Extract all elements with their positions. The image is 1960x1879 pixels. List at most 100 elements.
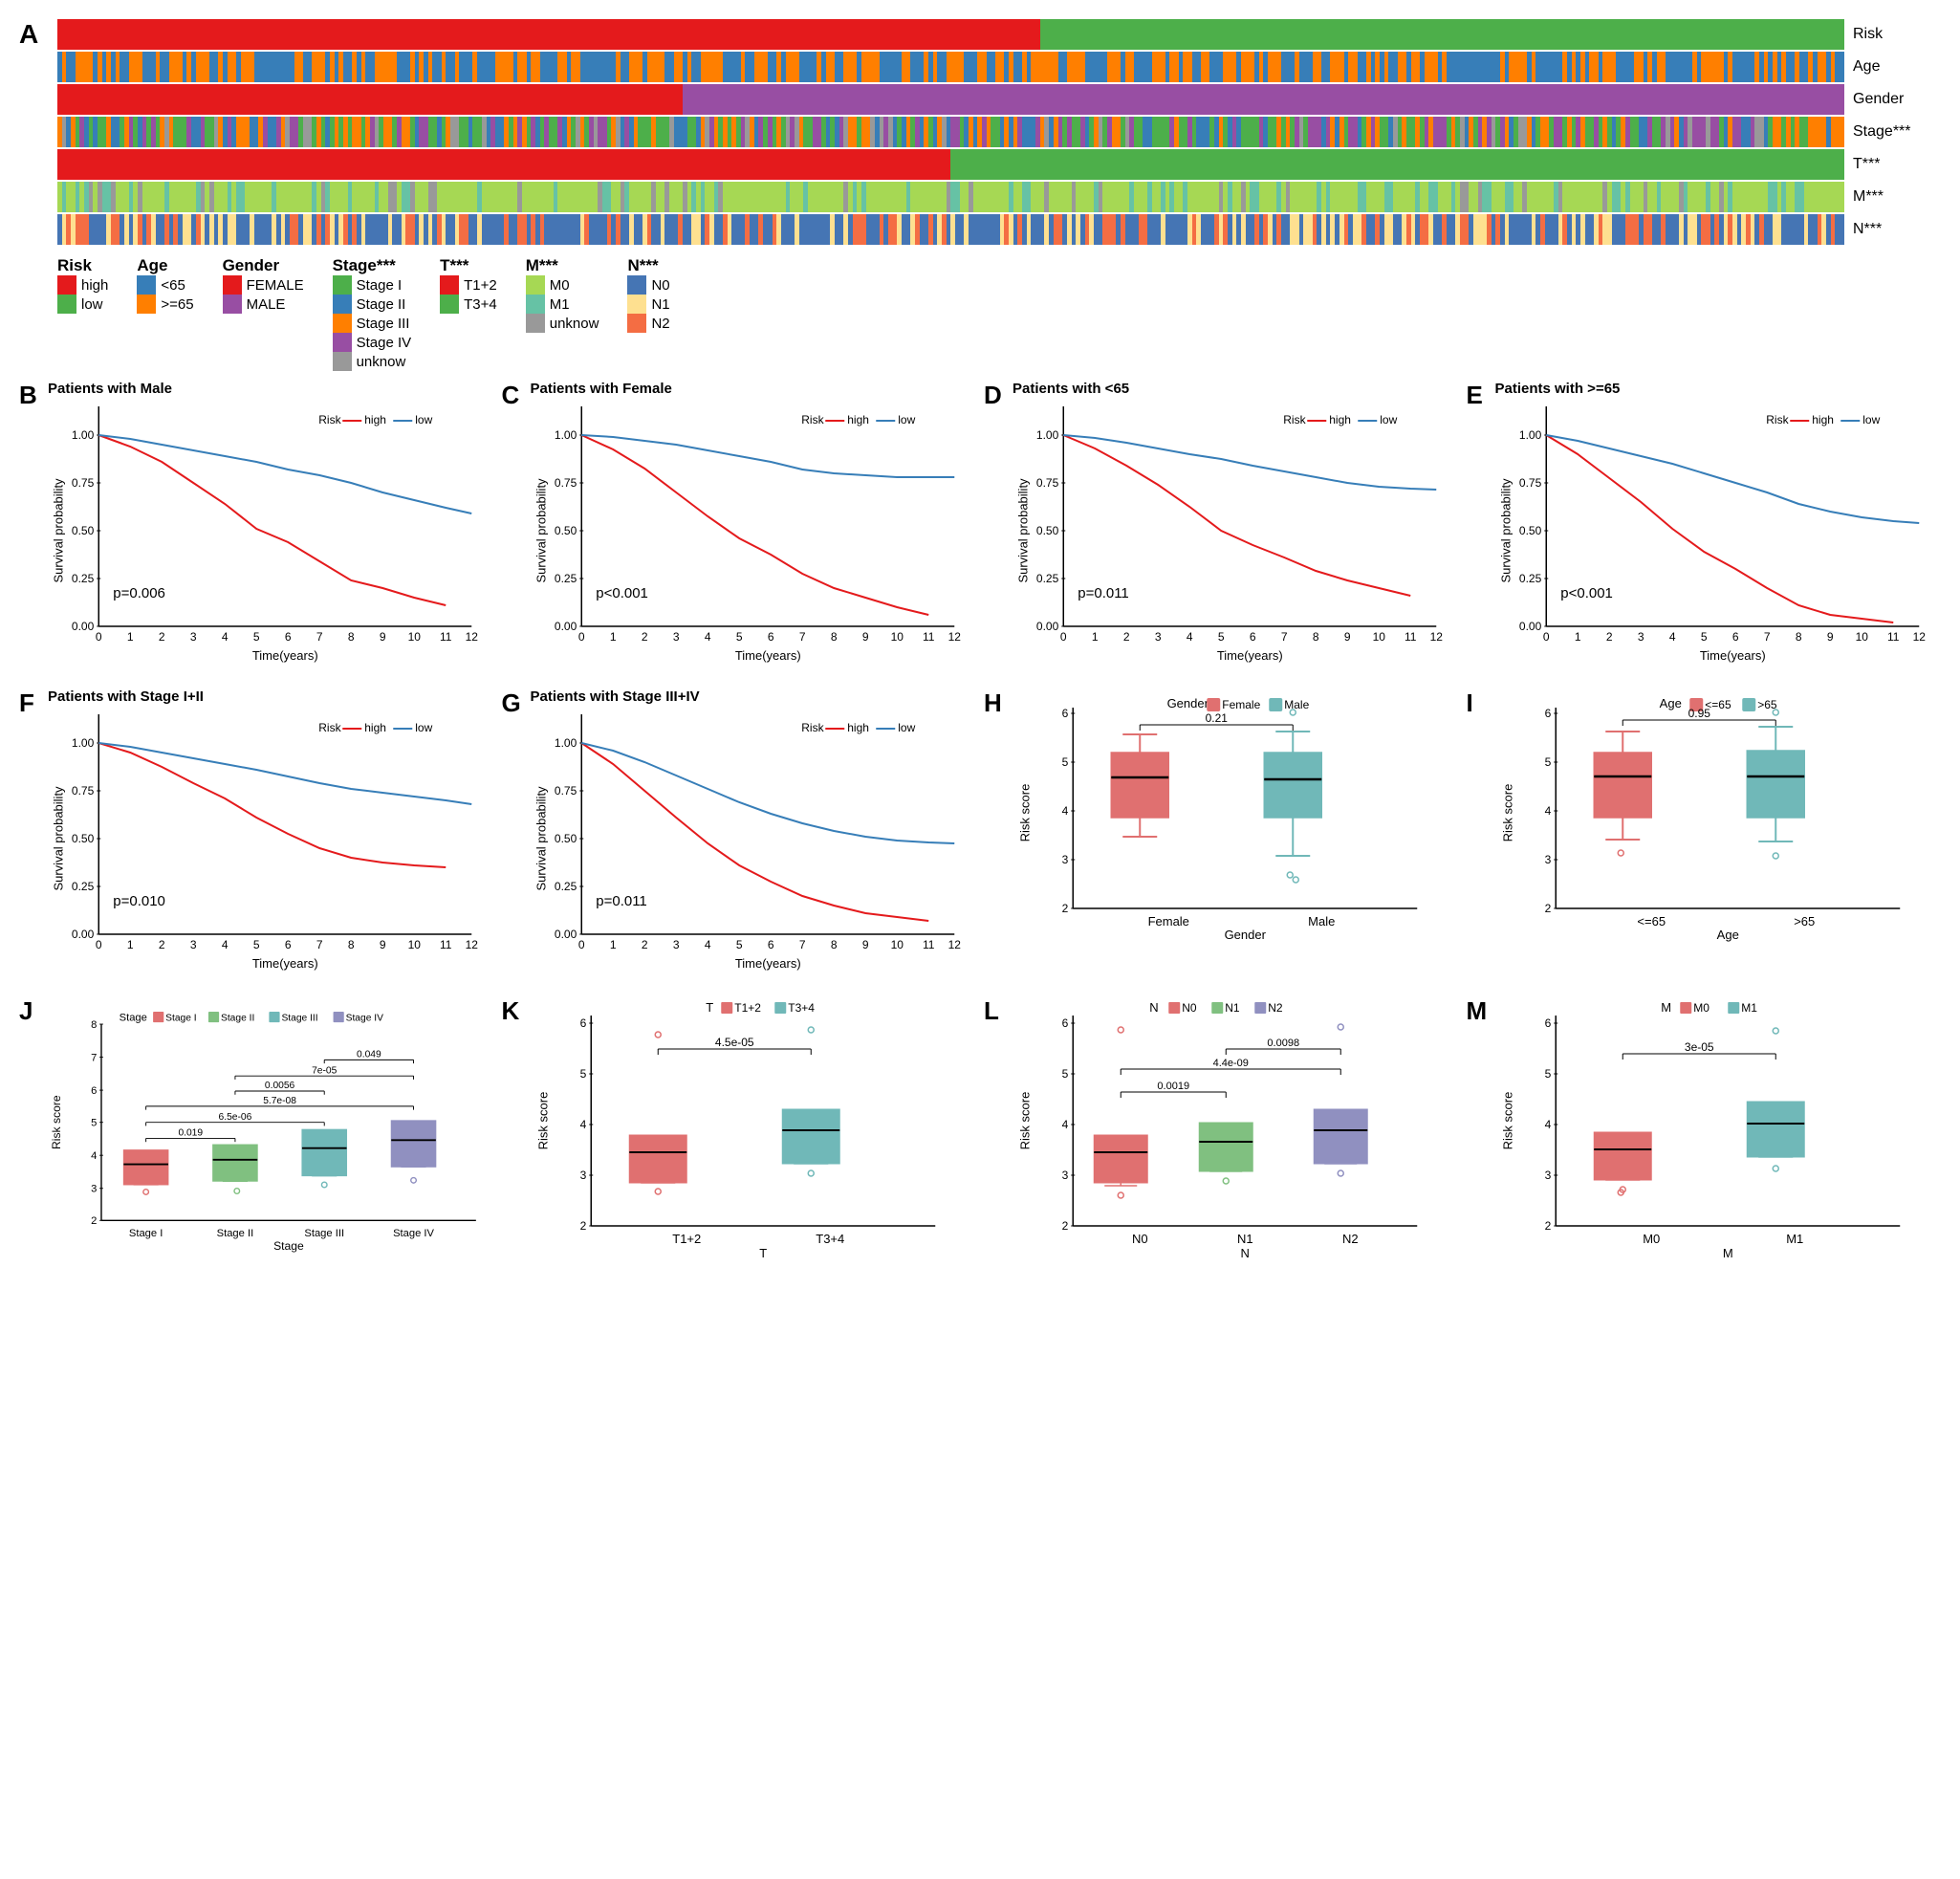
svg-text:1.00: 1.00: [554, 428, 577, 442]
svg-text:Risk: Risk: [318, 413, 341, 426]
heatmap-risk-row: Risk: [57, 19, 1941, 50]
heatmap-n-row: N***: [57, 214, 1941, 245]
svg-text:4: 4: [704, 630, 710, 644]
panel-a-label: A: [19, 19, 38, 50]
svg-text:N2: N2: [1342, 1232, 1359, 1246]
svg-text:Male: Male: [1308, 914, 1335, 929]
svg-text:0.00: 0.00: [72, 620, 95, 633]
svg-text:M: M: [1722, 1246, 1732, 1260]
panel-c-svg: 0.00 0.25 0.50 0.75 1.00 0 1 2 3 4 5: [531, 397, 977, 674]
svg-text:3: 3: [1062, 853, 1069, 866]
svg-text:5.7e-08: 5.7e-08: [263, 1096, 296, 1106]
svg-text:1.00: 1.00: [72, 428, 95, 442]
svg-text:2: 2: [159, 630, 165, 644]
panel-f: F Patients with Stage I+II 0.00 0.25 0.5…: [19, 688, 494, 987]
svg-text:2: 2: [91, 1215, 97, 1227]
heatmap-m-row: M***: [57, 182, 1941, 212]
svg-text:10: 10: [890, 630, 904, 644]
svg-text:Risk: Risk: [801, 721, 824, 734]
svg-text:0.50: 0.50: [1036, 524, 1059, 537]
panel-e-svg: 0.00 0.25 0.50 0.75 1.00 0 1 2 3 4 5: [1495, 397, 1942, 674]
svg-text:6.5e-06: 6.5e-06: [219, 1112, 252, 1123]
svg-text:0.50: 0.50: [72, 832, 95, 845]
svg-text:Female: Female: [1222, 698, 1260, 711]
svg-text:2: 2: [1605, 630, 1612, 644]
svg-text:<=65: <=65: [1637, 914, 1666, 929]
svg-text:5: 5: [1062, 1067, 1069, 1081]
svg-text:Stage III: Stage III: [281, 1013, 317, 1023]
heatmap-t-row: T***: [57, 149, 1941, 180]
svg-text:1: 1: [1574, 630, 1580, 644]
svg-text:0.50: 0.50: [1518, 524, 1541, 537]
svg-text:Survival probability: Survival probability: [1015, 478, 1030, 583]
svg-text:0.75: 0.75: [554, 784, 577, 797]
svg-text:2: 2: [159, 938, 165, 951]
svg-text:T1+2: T1+2: [734, 1001, 761, 1015]
svg-text:11: 11: [923, 938, 935, 951]
svg-text:2: 2: [1544, 902, 1551, 915]
svg-text:11: 11: [440, 938, 452, 951]
svg-text:0.75: 0.75: [72, 476, 95, 490]
legend-t: T*** T1+2 T3+4: [440, 256, 497, 314]
svg-text:9: 9: [380, 938, 386, 951]
svg-text:4: 4: [1668, 630, 1675, 644]
svg-text:Time(years): Time(years): [252, 956, 318, 971]
heatmap-age-label: Age: [1845, 58, 1941, 76]
svg-text:4.5e-05: 4.5e-05: [714, 1036, 753, 1049]
svg-text:N1: N1: [1225, 1001, 1240, 1015]
svg-text:3: 3: [672, 938, 679, 951]
svg-text:0.019: 0.019: [178, 1128, 203, 1139]
svg-text:2: 2: [641, 938, 647, 951]
heatmap-risk-label: Risk: [1845, 26, 1941, 43]
svg-text:Time(years): Time(years): [252, 648, 318, 663]
legend-stage: Stage*** Stage I Stage II Stage III Stag…: [333, 256, 412, 371]
heatmap-t-label: T***: [1845, 156, 1941, 173]
svg-text:p=0.011: p=0.011: [1078, 585, 1129, 601]
svg-text:5: 5: [253, 630, 260, 644]
svg-text:0.50: 0.50: [554, 832, 577, 845]
svg-text:M0: M0: [1693, 1001, 1710, 1015]
svg-text:N0: N0: [1132, 1232, 1148, 1246]
svg-text:6: 6: [1062, 1016, 1069, 1030]
svg-text:Female: Female: [1148, 914, 1189, 929]
svg-text:Stage III: Stage III: [304, 1228, 344, 1239]
svg-text:9: 9: [861, 630, 868, 644]
svg-text:p=0.011: p=0.011: [596, 893, 647, 909]
panel-g-svg: 0.00 0.25 0.50 0.75 1.00 0 1 2 3 4 5: [531, 705, 977, 982]
svg-text:Risk score: Risk score: [1500, 1092, 1514, 1150]
svg-text:low: low: [1380, 413, 1397, 426]
svg-text:4: 4: [1062, 804, 1069, 818]
panel-c: C Patients with Female 0.00 0.25 0.50 0.…: [502, 381, 977, 679]
svg-text:high: high: [364, 721, 386, 734]
svg-text:Time(years): Time(years): [1217, 648, 1283, 663]
panel-j: J Stage Stage I Stage II Stage III Stage…: [19, 996, 494, 1298]
panel-b: B Patients with Male 0.00 0.25 0.50 0.75…: [19, 381, 494, 679]
svg-text:6: 6: [1250, 630, 1256, 644]
panel-k: K T T1+2 T3+4 2 3 4 5 6: [502, 996, 977, 1298]
legend-swatch-high: [57, 275, 76, 295]
svg-text:Time(years): Time(years): [734, 648, 800, 663]
svg-text:12: 12: [947, 630, 961, 644]
svg-text:3: 3: [672, 630, 679, 644]
svg-text:3: 3: [190, 938, 197, 951]
svg-text:8: 8: [348, 938, 355, 951]
svg-text:Stage IV: Stage IV: [393, 1228, 434, 1239]
svg-text:3: 3: [1544, 1169, 1551, 1182]
svg-text:4.4e-09: 4.4e-09: [1213, 1058, 1249, 1069]
svg-text:0.75: 0.75: [1036, 476, 1059, 490]
panel-d-svg: 0.00 0.25 0.50 0.75 1.00 0 1 2 3 4 5: [1013, 397, 1459, 674]
svg-text:Risk score: Risk score: [535, 1092, 550, 1150]
svg-text:Stage: Stage: [273, 1239, 304, 1253]
svg-text:10: 10: [1855, 630, 1868, 644]
svg-text:1: 1: [609, 938, 616, 951]
svg-text:Risk: Risk: [318, 721, 341, 734]
svg-text:8: 8: [348, 630, 355, 644]
panel-g: G Patients with Stage III+IV 0.00 0.25 0…: [502, 688, 977, 987]
svg-text:7: 7: [798, 938, 805, 951]
svg-text:M1: M1: [1741, 1001, 1757, 1015]
legend-age: Age <65 >=65: [137, 256, 193, 314]
svg-text:3: 3: [1544, 853, 1551, 866]
svg-text:6: 6: [1544, 707, 1551, 720]
svg-text:11: 11: [923, 630, 935, 644]
svg-text:7: 7: [1281, 630, 1288, 644]
